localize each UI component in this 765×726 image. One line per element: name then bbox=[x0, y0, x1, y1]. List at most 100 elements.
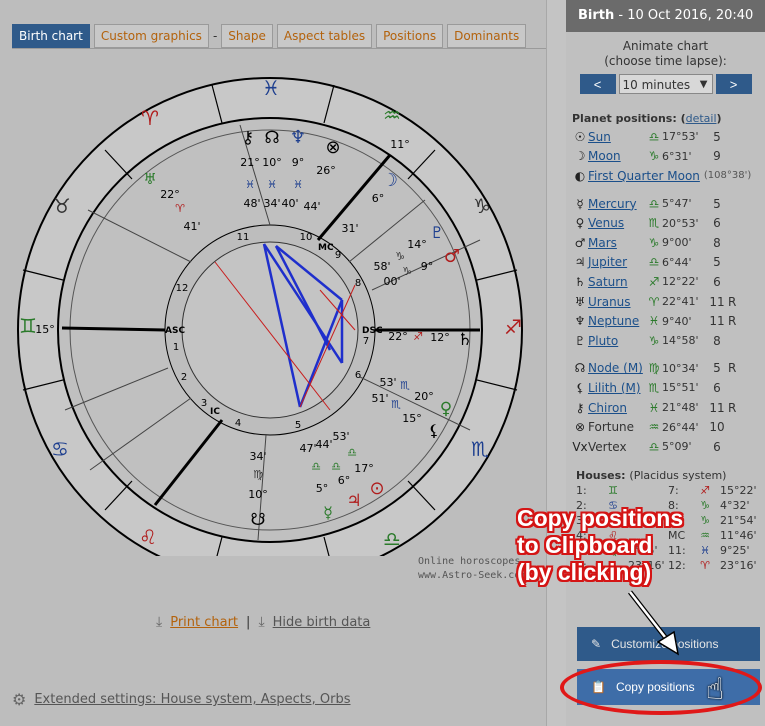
planet-house: 10 bbox=[709, 420, 725, 435]
tab-birth-chart[interactable]: Birth chart bbox=[12, 24, 90, 48]
planet-name[interactable]: Lilith (M) bbox=[588, 381, 646, 395]
mercury-glyph: ☿ bbox=[323, 503, 333, 522]
svg-text:21°: 21° bbox=[240, 156, 260, 169]
sign-icon: ♒ bbox=[648, 420, 660, 435]
planet-row: Vx Vertex ♎ 5°09' 6 bbox=[572, 437, 765, 457]
clipboard-icon: 📋 bbox=[591, 680, 606, 694]
house-degree: 15°22' bbox=[720, 483, 757, 497]
svg-text:22°: 22° bbox=[388, 330, 408, 343]
south-node-glyph: ☋ bbox=[250, 510, 265, 530]
svg-text:11°: 11° bbox=[390, 138, 410, 151]
download-icon: ⤓ bbox=[258, 614, 265, 630]
svg-text:6°: 6° bbox=[372, 192, 385, 205]
moon-phase-link[interactable]: First Quarter Moon bbox=[588, 169, 700, 183]
sign-icon: ♓ bbox=[648, 400, 660, 415]
planet-glyph-icon: ☽ bbox=[574, 149, 586, 164]
svg-text:♓: ♓ bbox=[245, 178, 255, 191]
planet-house: 5 bbox=[713, 129, 721, 144]
planet-degree: 20°53' bbox=[662, 216, 699, 230]
planet-name[interactable]: Node (M) bbox=[588, 361, 646, 375]
svg-text:♑: ♑ bbox=[402, 265, 412, 278]
tab-custom-graphics[interactable]: Custom graphics bbox=[93, 24, 209, 48]
planet-name[interactable]: Jupiter bbox=[588, 255, 646, 269]
planet-name[interactable]: Uranus bbox=[588, 295, 646, 309]
extended-settings-link[interactable]: Extended settings: House system, Aspects… bbox=[34, 692, 350, 707]
house-number: 3 bbox=[201, 398, 207, 409]
house-degree: 11°46' bbox=[720, 528, 757, 542]
planet-name[interactable]: Mercury bbox=[588, 197, 646, 211]
house-number: 12 bbox=[176, 283, 189, 294]
tab-dominants[interactable]: Dominants bbox=[447, 24, 527, 48]
svg-text:15°: 15° bbox=[35, 323, 55, 336]
asc-label: ASC bbox=[165, 326, 185, 336]
tab-positions[interactable]: Positions bbox=[376, 24, 444, 48]
retrograde-flag: R bbox=[728, 400, 737, 415]
planet-degree: 12°22' bbox=[662, 275, 699, 289]
sign-icon: ♎ bbox=[648, 196, 660, 211]
tab-aspect-tables[interactable]: Aspect tables bbox=[276, 24, 373, 48]
svg-text:♏: ♏ bbox=[391, 398, 401, 411]
capricorn-sign: ♑ bbox=[473, 194, 491, 218]
neptune-glyph: ♆ bbox=[290, 127, 306, 148]
ic-label: IC bbox=[210, 407, 220, 417]
sign-icon: ♑ bbox=[648, 149, 660, 164]
planet-name[interactable]: Sun bbox=[588, 130, 646, 144]
planet-house: 11 bbox=[709, 294, 725, 309]
planet-row: ♅ Uranus ♈ 22°41' 11 R bbox=[572, 292, 765, 312]
prev-button[interactable]: < bbox=[579, 74, 616, 94]
planet-house: 9 bbox=[713, 149, 721, 164]
birth-chart-wheel: ♓ ♈ ♉ ♊ ♋ ♌ ♍ ♎ ♏ ♐ ♑ ♒ 1 2 3 4 5 6 7 8 … bbox=[17, 76, 523, 556]
svg-text:58': 58' bbox=[373, 260, 390, 273]
sign-icon: ♓ bbox=[648, 314, 660, 329]
svg-text:9°: 9° bbox=[421, 260, 434, 273]
planet-name[interactable]: Mars bbox=[588, 236, 646, 250]
planet-name[interactable]: Saturn bbox=[588, 275, 646, 289]
svg-text:34': 34' bbox=[249, 450, 266, 463]
svg-text:44': 44' bbox=[303, 200, 320, 213]
aries-sign: ♈ bbox=[141, 106, 159, 130]
next-button[interactable]: > bbox=[715, 74, 752, 94]
planet-name[interactable]: Pluto bbox=[588, 334, 646, 348]
planet-name[interactable]: Moon bbox=[588, 149, 646, 163]
svg-text:♍: ♍ bbox=[253, 468, 263, 481]
detail-link[interactable]: detail bbox=[686, 112, 717, 125]
planet-glyph-icon: ⊗ bbox=[574, 420, 586, 435]
planet-degree: 14°58' bbox=[662, 334, 699, 348]
house-number: 8 bbox=[355, 278, 361, 289]
compass-icon: ✎ bbox=[591, 637, 602, 651]
svg-text:10°: 10° bbox=[262, 156, 282, 169]
planet-name[interactable]: Chiron bbox=[588, 401, 646, 415]
planet-row: ⚷ Chiron ♓ 21°48' 11 R bbox=[572, 398, 765, 418]
house-number-label: 1: bbox=[576, 483, 587, 497]
time-lapse-select[interactable]: 10 minutes ▼ bbox=[618, 74, 713, 94]
svg-text:53': 53' bbox=[332, 430, 349, 443]
sign-icon: ♑ bbox=[648, 235, 660, 250]
copy-positions-button[interactable]: 📋 Copy positions bbox=[577, 669, 760, 705]
hand-cursor-icon: ☝ bbox=[706, 672, 725, 707]
svg-text:♏: ♏ bbox=[400, 379, 410, 392]
moon-phase-row: ◐ First Quarter Moon (108°38') bbox=[572, 166, 765, 186]
planet-glyph-icon: ☉ bbox=[574, 129, 586, 144]
planet-name[interactable]: Neptune bbox=[588, 314, 646, 328]
planet-name[interactable]: Venus bbox=[588, 216, 646, 230]
planet-glyph-icon: ♂ bbox=[574, 235, 586, 250]
house-number: 5 bbox=[295, 420, 301, 431]
svg-text:48': 48' bbox=[243, 197, 260, 210]
planet-degree: 9°00' bbox=[662, 236, 692, 250]
hide-birth-data-link[interactable]: Hide birth data bbox=[273, 615, 371, 630]
svg-text:26°: 26° bbox=[316, 164, 336, 177]
main-panel: Birth chart Custom graphics - Shape Aspe… bbox=[0, 0, 546, 726]
print-chart-link[interactable]: Print chart bbox=[170, 615, 238, 630]
svg-text:♎: ♎ bbox=[311, 460, 321, 473]
extended-settings: ⚙ Extended settings: House system, Aspec… bbox=[12, 690, 351, 709]
planet-row: ☽ Moon ♑ 6°31' 9 bbox=[572, 147, 765, 167]
svg-text:9°: 9° bbox=[292, 156, 305, 169]
sign-icon: ♑ bbox=[700, 498, 710, 512]
sign-icon: ♊ bbox=[608, 483, 618, 497]
svg-text:♅: ♅ bbox=[143, 170, 156, 188]
sign-icon: ♎ bbox=[648, 255, 660, 270]
svg-text:40': 40' bbox=[281, 197, 298, 210]
sign-icon: ♎ bbox=[648, 439, 660, 454]
tab-shape[interactable]: Shape bbox=[221, 24, 273, 48]
planet-glyph-icon: ⚸ bbox=[575, 380, 585, 395]
